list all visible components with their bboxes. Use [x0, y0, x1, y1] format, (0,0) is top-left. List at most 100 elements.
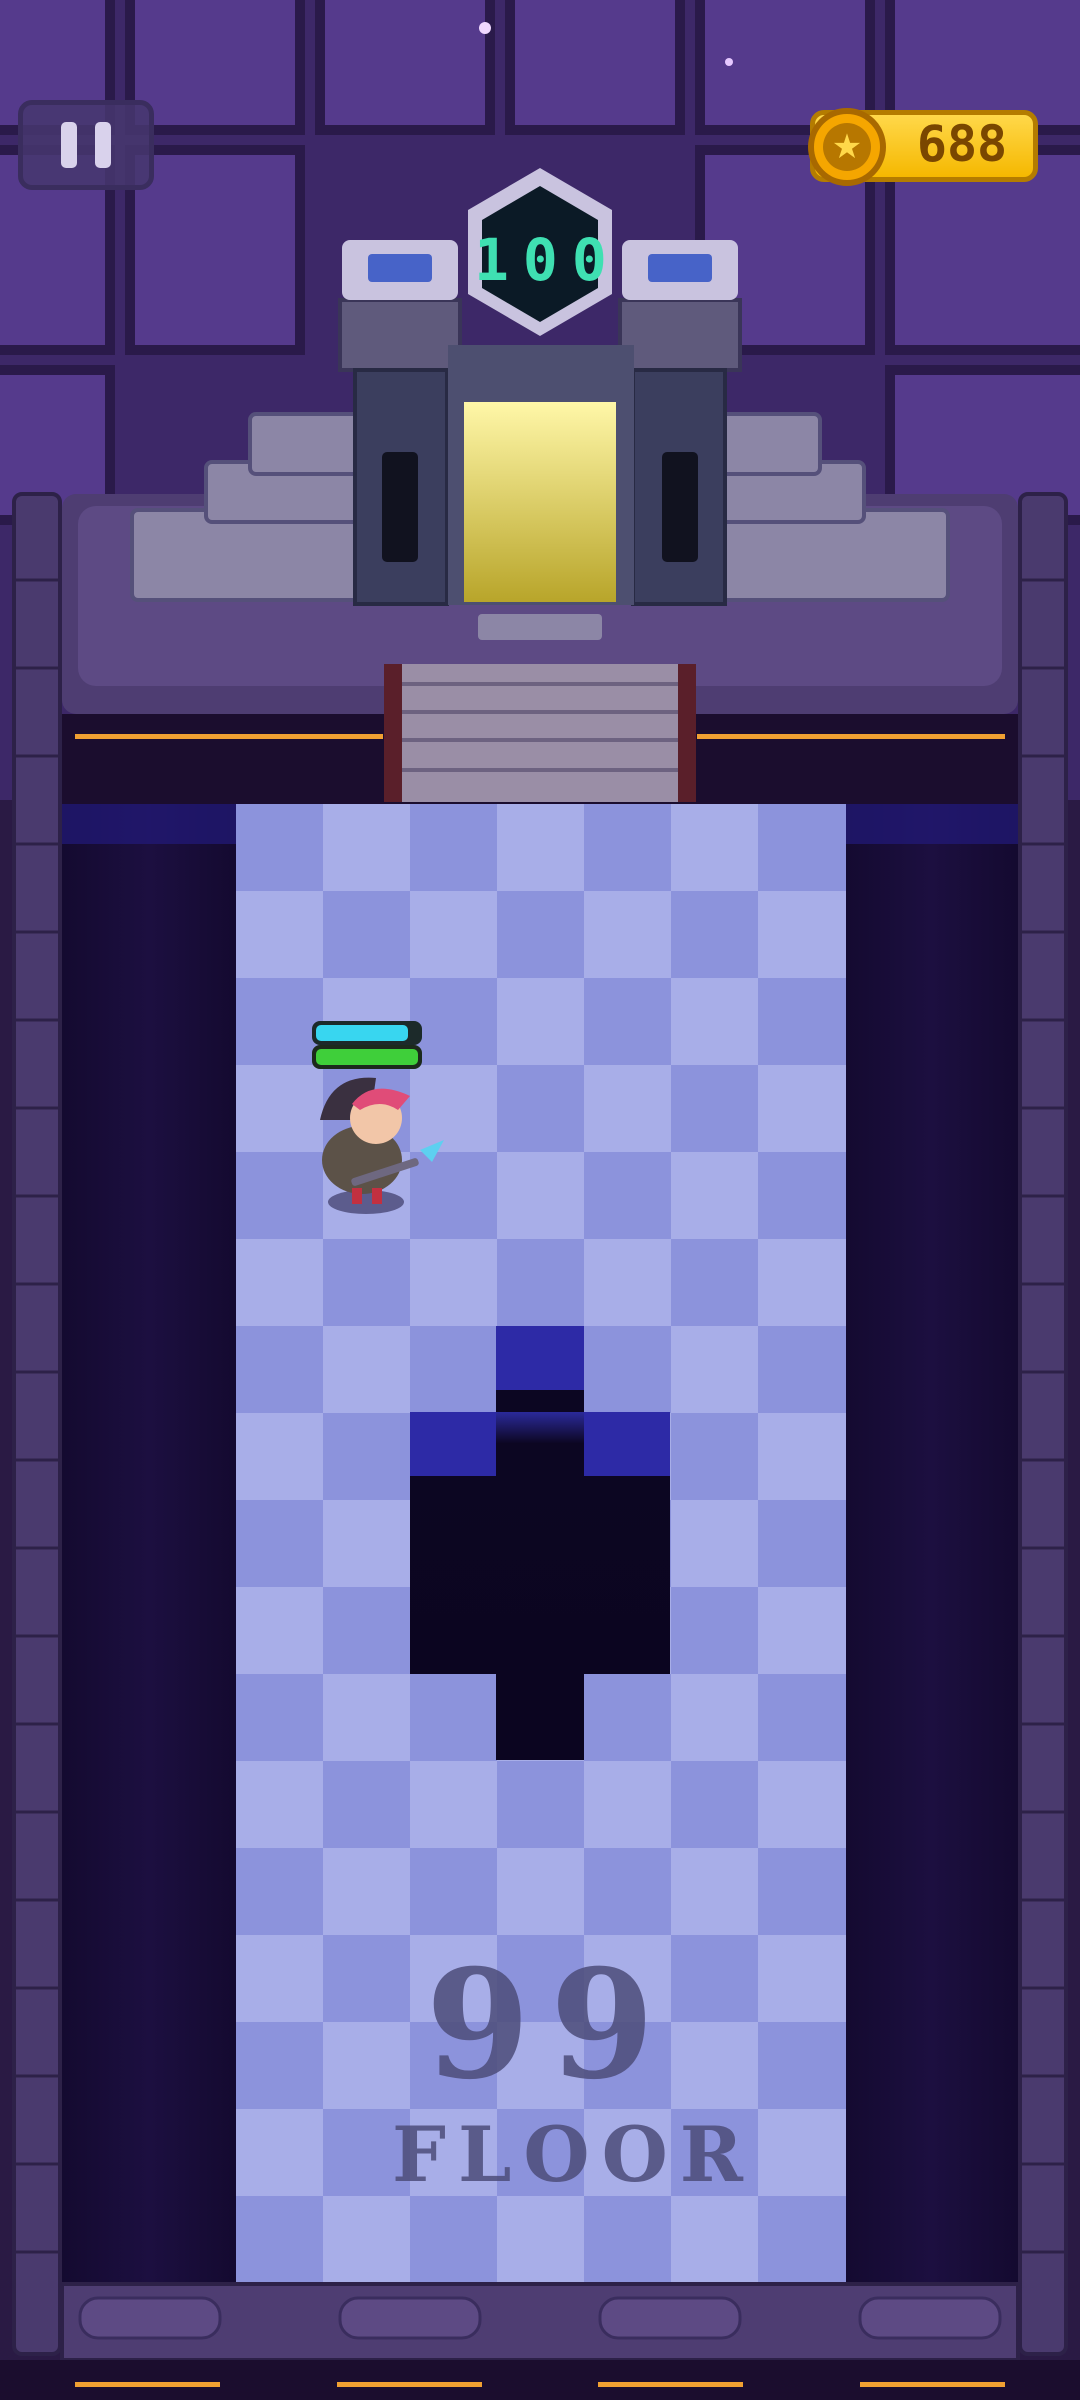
floor-tile	[584, 1326, 672, 1414]
floor-tile	[410, 804, 498, 892]
floor-tile	[584, 891, 672, 979]
floor-tile	[236, 1065, 324, 1153]
next-floor-number: 100	[474, 226, 621, 294]
floor-tile	[758, 978, 846, 1066]
pause-button[interactable]	[18, 100, 154, 190]
health-bar	[316, 1049, 418, 1065]
floor-tile	[671, 1065, 759, 1153]
floor-tile	[758, 1239, 846, 1327]
portal-door-icon	[464, 402, 616, 602]
floor-tile	[236, 1848, 324, 1936]
floor-tile	[323, 1413, 411, 1501]
floor-word: FLOOR	[392, 2110, 755, 2199]
floor-tile	[410, 1065, 498, 1153]
floor-tile	[758, 1065, 846, 1153]
floor-tile	[758, 1326, 846, 1414]
floor-tile	[410, 1848, 498, 1936]
floor-tile	[758, 1848, 846, 1936]
floor-tile	[497, 1761, 585, 1849]
floor-tile	[497, 891, 585, 979]
floor-tile	[671, 2196, 759, 2284]
floor-tile	[671, 1413, 759, 1501]
floor-tile	[671, 978, 759, 1066]
floor-tile	[323, 1239, 411, 1327]
floor-tile	[758, 1761, 846, 1849]
shield-bar	[316, 1025, 408, 1041]
floor-tile	[758, 2022, 846, 2110]
star-coin-icon: ★	[808, 108, 886, 186]
floor-tile	[236, 891, 324, 979]
bottom-ledge	[0, 2282, 1080, 2400]
floor-tile	[584, 1065, 672, 1153]
floor-tile	[497, 1239, 585, 1327]
floor-tile	[410, 1152, 498, 1240]
floor-tile	[236, 1239, 324, 1327]
floor-tile	[584, 1848, 672, 1936]
floor-tile	[671, 1848, 759, 1936]
floor-tile	[584, 804, 672, 892]
pause-icon	[61, 122, 77, 168]
floor-tile	[671, 1500, 759, 1588]
floor-tile	[236, 2022, 324, 2110]
floor-tile	[497, 804, 585, 892]
floor-tile	[497, 978, 585, 1066]
floor-tile	[671, 1587, 759, 1675]
floor-tile	[758, 1413, 846, 1501]
floor-tile	[584, 1674, 672, 1762]
floor-tile	[758, 1935, 846, 2023]
floor-tile	[410, 1674, 498, 1762]
right-void	[844, 804, 1018, 2284]
left-void	[62, 804, 236, 2284]
floor-tile	[323, 1848, 411, 1936]
floor-tile	[497, 1848, 585, 1936]
floor-tile	[584, 2196, 672, 2284]
floor-tile	[236, 1674, 324, 1762]
floor-tile	[758, 1587, 846, 1675]
floor-tile	[410, 891, 498, 979]
floor-tile	[236, 1152, 324, 1240]
floor-tile	[758, 891, 846, 979]
floor-tile	[323, 1674, 411, 1762]
floor-tile	[410, 2196, 498, 2284]
floor-tile	[236, 1587, 324, 1675]
floor-tile	[758, 1152, 846, 1240]
floor-number: 99	[425, 1937, 675, 2113]
entrance-stairs	[384, 664, 696, 802]
floor-tile	[758, 804, 846, 892]
floor-tile	[236, 1500, 324, 1588]
floor-tile	[323, 2196, 411, 2284]
floor-tile	[236, 1935, 324, 2023]
floor-tile	[236, 978, 324, 1066]
floor-tile	[497, 1065, 585, 1153]
floor-tile	[671, 1761, 759, 1849]
floor-tile	[584, 978, 672, 1066]
floor-tile	[323, 1587, 411, 1675]
floor-tile	[323, 1500, 411, 1588]
floor-tile	[236, 2109, 324, 2197]
floor-tile	[236, 1761, 324, 1849]
floor-tile	[410, 1326, 498, 1414]
floor-tile	[236, 804, 324, 892]
floor-tile	[671, 804, 759, 892]
floor-tile	[497, 2196, 585, 2284]
floor-tile	[236, 2196, 324, 2284]
floor-tile	[758, 1500, 846, 1588]
floor-tile	[671, 1674, 759, 1762]
floor-tile	[323, 804, 411, 892]
floor-tile	[584, 1239, 672, 1327]
floor-tile	[584, 1761, 672, 1849]
floor-tile	[497, 1152, 585, 1240]
floor-tile	[584, 1152, 672, 1240]
floor-tile	[671, 1152, 759, 1240]
floor-tile	[758, 1674, 846, 1762]
floor-tile	[236, 1326, 324, 1414]
floor-tile	[410, 1761, 498, 1849]
current-floor-label: 99 FLOOR	[380, 1937, 755, 2200]
floor-tile	[758, 2196, 846, 2284]
coin-count: 688	[916, 115, 1008, 173]
floor-tile	[323, 891, 411, 979]
floor-tile	[671, 1326, 759, 1414]
floor-tile	[323, 1326, 411, 1414]
floor-tile	[236, 1413, 324, 1501]
floor-tile	[671, 891, 759, 979]
